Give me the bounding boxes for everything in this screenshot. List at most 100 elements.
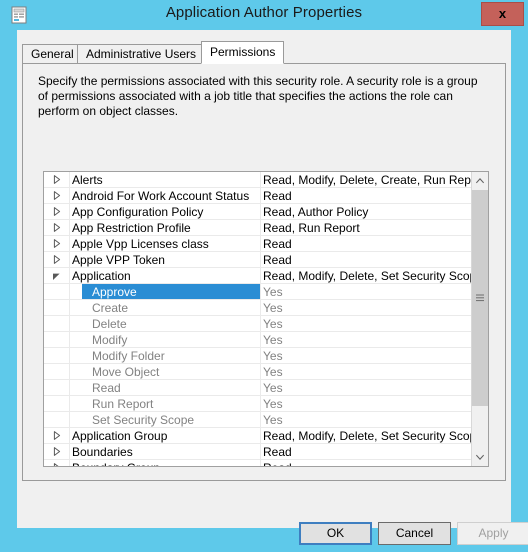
tree-row[interactable]: Delete Yes [44,316,471,332]
tree-row[interactable]: Application Read, Modify, Delete, Set Sec… [44,268,471,284]
tree-expander[interactable] [51,430,62,441]
tree-row[interactable]: Apple VPP Token Read [44,252,471,268]
tree-row-name: App Restriction Profile [72,221,191,235]
tree-row-value: Yes [263,333,283,347]
expand-arrow-closed-icon[interactable] [51,174,62,185]
tree-row[interactable]: Boundary Group Read [44,460,471,466]
chevron-up-icon[interactable] [472,172,488,189]
tree-row-name: Run Report [92,397,154,411]
close-icon[interactable]: x [481,2,524,26]
tree-expander[interactable] [51,270,62,281]
expand-arrow-closed-icon[interactable] [51,190,62,201]
chevron-down-icon[interactable] [472,449,488,466]
row-left-divider [69,172,70,187]
cancel-button[interactable]: Cancel [378,522,451,545]
tree-row-name: Move Object [92,365,160,379]
vertical-scrollbar[interactable] [471,172,488,466]
tree-row[interactable]: Move Object Yes [44,364,471,380]
tree-row[interactable]: Modify Folder Yes [44,348,471,364]
tree-expander[interactable] [51,446,62,457]
tree-expander[interactable] [51,222,62,233]
expand-arrow-closed-icon[interactable] [51,446,62,457]
row-column-divider [260,252,261,267]
tree-row[interactable]: Alerts Read, Modify, Delete, Create, Run … [44,172,471,188]
row-left-divider [69,268,70,283]
row-column-divider [260,268,261,283]
row-left-divider [69,236,70,251]
row-left-divider [69,332,70,347]
tree-expander[interactable] [51,254,62,265]
tree-row-value: Read, Run Report [263,221,360,235]
expand-arrow-open-icon[interactable] [51,270,62,281]
row-column-divider [260,204,261,219]
tab-permissions[interactable]: Permissions [201,41,285,64]
row-column-divider [260,220,261,235]
apply-button: Apply [457,522,528,545]
tree-row[interactable]: Set Security Scope Yes [44,412,471,428]
tree-row[interactable]: Application Group Read, Modify, Delete, S… [44,428,471,444]
tree-row[interactable]: Boundaries Read [44,444,471,460]
tree-expander[interactable] [51,174,62,185]
permissions-tree-list[interactable]: Alerts Read, Modify, Delete, Create, Run … [43,171,489,467]
row-left-divider [69,428,70,443]
row-column-divider [260,172,261,187]
properties-document-icon [10,6,28,24]
tree-row-name: Application [72,269,131,283]
tree-row-value: Read [263,253,292,267]
tree-row[interactable]: Modify Yes [44,332,471,348]
tree-row-name: Apple Vpp Licenses class [72,237,209,251]
expand-arrow-closed-icon[interactable] [51,254,62,265]
permissions-tab-page: Specify the permissions associated with … [22,63,528,545]
expand-arrow-closed-icon[interactable] [51,222,62,233]
tree-row[interactable]: App Restriction Profile Read, Run Report [44,220,471,236]
expand-arrow-closed-icon[interactable] [51,206,62,217]
tree-row-value: Yes [263,349,283,363]
tree-row[interactable]: Run Report Yes [44,396,471,412]
row-left-divider [69,220,70,235]
row-left-divider [69,444,70,459]
tree-row[interactable]: Android For Work Account Status Read [44,188,471,204]
tree-row-value: Read [263,445,292,459]
tree-expander[interactable] [51,190,62,201]
tree-row-value: Yes [263,381,283,395]
row-column-divider [260,332,261,347]
row-column-divider [260,364,261,379]
row-left-divider [69,380,70,395]
tree-row-name: Modify Folder [92,349,165,363]
tree-row[interactable]: Create Yes [44,300,471,316]
row-left-divider [69,284,70,299]
expand-arrow-closed-icon[interactable] [51,238,62,249]
tree-row[interactable]: App Configuration Policy Read, Author Pol… [44,204,471,220]
tab-strip: General Administrative Users Permissions [22,41,506,64]
dialog-button-row: OK Cancel Apply [23,522,528,552]
row-column-divider [260,380,261,395]
tree-expander[interactable] [51,462,62,466]
tree-row[interactable]: Approve Yes [44,284,471,300]
tree-row-value: Read, Modify, Delete, Set Security Scope… [263,429,471,443]
tree-row[interactable]: Read Yes [44,380,471,396]
tree-row-value: Read [263,461,471,466]
row-column-divider [260,284,261,299]
tab-general[interactable]: General [22,44,83,63]
tree-expander[interactable] [51,238,62,249]
expand-arrow-closed-icon[interactable] [51,462,62,466]
tree-row-value: Yes [263,301,283,315]
row-left-divider [69,316,70,331]
row-left-divider [69,412,70,427]
row-column-divider [260,460,261,466]
tree-row-name: Application Group [72,429,168,443]
tree-row[interactable]: Apple Vpp Licenses class Read [44,236,471,252]
grip-lines-icon [476,294,484,302]
title-bar[interactable]: Application Author Properties x [0,0,528,30]
scrollbar-thumb[interactable] [472,190,488,406]
tree-row-name: Approve [92,285,137,299]
ok-button[interactable]: OK [299,522,372,545]
tab-administrative-users[interactable]: Administrative Users [77,44,206,63]
tree-row-value: Yes [263,317,283,331]
tree-expander[interactable] [51,206,62,217]
tree-row-value: Read [263,189,292,203]
tree-row-name: Android For Work Account Status [72,189,250,203]
row-column-divider [260,188,261,203]
dialog-client-area: General Administrative Users Permissions… [17,30,528,545]
expand-arrow-closed-icon[interactable] [51,430,62,441]
